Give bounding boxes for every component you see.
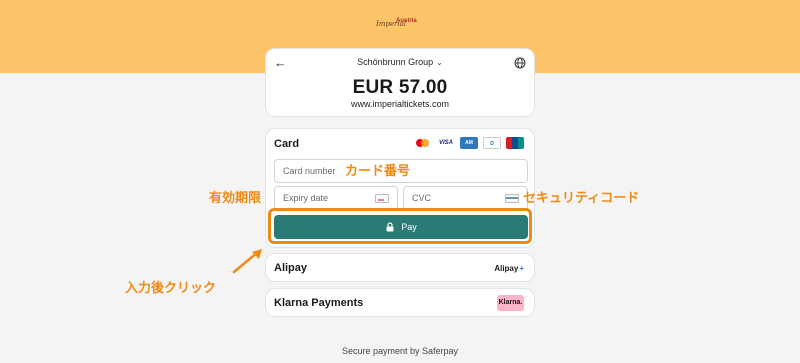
payment-amount: EUR 57.00 xyxy=(352,77,448,98)
diners-club-icon: D xyxy=(483,137,501,149)
card-brand-icons: VISA AM D xyxy=(414,137,524,149)
chevron-down-icon: ⌄ xyxy=(436,58,443,67)
secure-payment-footer: Secure payment by Saferpay xyxy=(341,346,459,356)
annotation-arrow-icon xyxy=(232,249,262,274)
card-number-placeholder: Card number xyxy=(283,166,336,176)
klarna-label: Klarna Payments xyxy=(274,297,364,309)
expiry-date-placeholder: Expiry date xyxy=(283,193,329,203)
klarna-logo: Klarna. xyxy=(497,295,524,311)
merchant-name: Schönbrunn Group xyxy=(357,57,434,67)
klarna-option[interactable]: Klarna Payments Klarna. xyxy=(265,288,535,317)
card-cvc-icon xyxy=(505,194,519,203)
merchant-website: www.imperialtickets.com xyxy=(350,99,450,109)
alipay-logo: Alipay+ xyxy=(494,264,524,273)
alipay-label: Alipay xyxy=(274,262,308,274)
mastercard-icon xyxy=(414,137,432,149)
pay-button-highlight xyxy=(268,208,532,244)
annotation-card-number: カード番号 xyxy=(345,164,411,179)
order-summary-card: ← Schönbrunn Group ⌄ EUR 57.00 www.imperi… xyxy=(265,48,535,117)
unionpay-icon xyxy=(506,137,524,149)
amex-icon: AM xyxy=(460,137,478,149)
card-expiry-icon xyxy=(375,194,389,203)
annotation-expiry: 有効期限 xyxy=(209,191,262,206)
card-section-title: Card xyxy=(274,138,300,150)
expiry-date-input[interactable]: Expiry date xyxy=(274,186,398,210)
alipay-option[interactable]: Alipay Alipay+ xyxy=(265,253,535,282)
cvc-input[interactable]: CVC xyxy=(403,186,528,210)
visa-icon: VISA xyxy=(438,140,453,146)
logo-brand: Austria xyxy=(396,18,417,24)
imperial-austria-logo: Imperial Austria xyxy=(372,8,432,34)
cvc-placeholder: CVC xyxy=(412,193,432,203)
globe-icon[interactable] xyxy=(514,57,526,69)
merchant-selector[interactable]: Schönbrunn Group ⌄ xyxy=(266,57,534,67)
annotation-cvc: セキュリティコード xyxy=(523,191,640,206)
alipay-plus-icon: + xyxy=(519,264,524,273)
alipay-logo-text: Alipay xyxy=(494,264,519,273)
annotation-click-after-input: 入力後クリック xyxy=(125,281,217,296)
